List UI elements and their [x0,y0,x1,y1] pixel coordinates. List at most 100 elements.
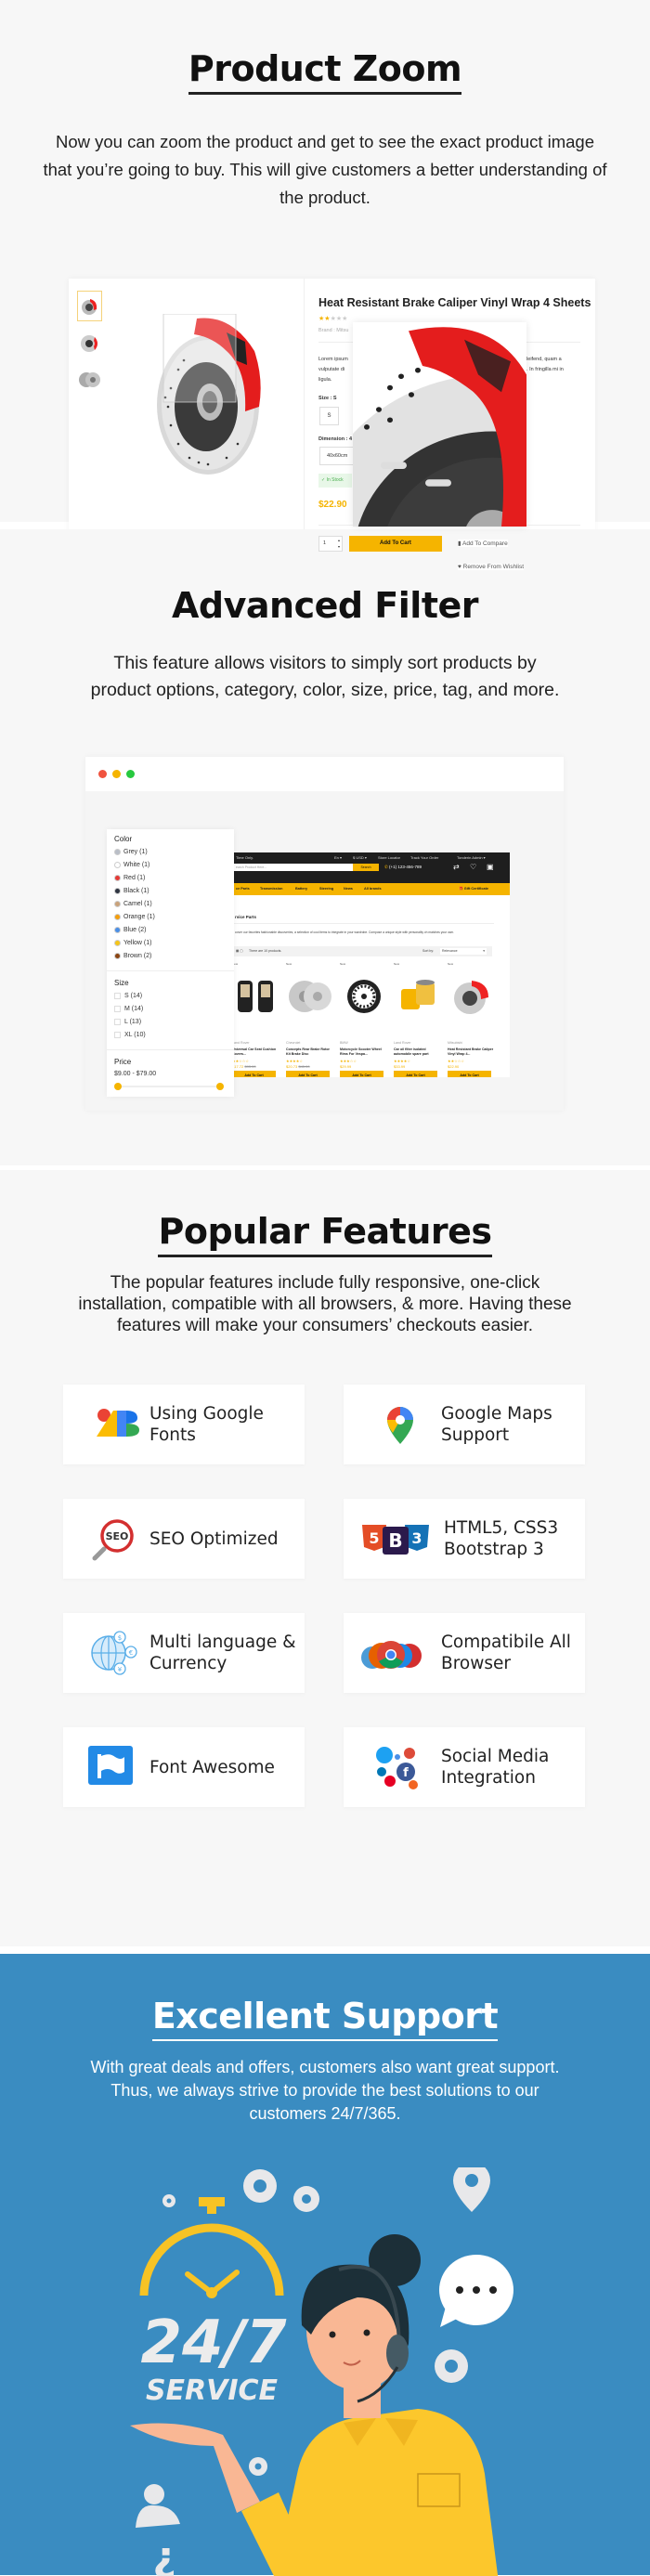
product-image[interactable] [286,966,332,1021]
slider-handle-max[interactable] [216,1083,224,1090]
color-swatch [114,939,121,946]
product-tile[interactable]: New Chevrolet Concepts Rear Brake Rotor Ki… [284,958,332,1077]
color-option[interactable]: Yellow (1) [114,937,227,950]
add-to-cart-button[interactable]: Add To Cart [340,1071,384,1077]
nav-item[interactable]: Transmission [260,883,282,895]
nav-item[interactable]: News [344,883,353,895]
add-to-cart-button[interactable]: Add To Cart [286,1071,330,1077]
product-tile[interactable]: NewLand RoverUniversal Car Seat Cushion … [234,958,279,1077]
product-name[interactable]: Concepts Rear Brake Rotor Kit Brake Disc [286,1047,332,1057]
dimension-select[interactable]: 40x60cm [319,447,357,465]
feature-label: Using Google Fonts [150,1404,264,1445]
remove-wishlist-link[interactable]: ♥ Remove From Wishlist [458,564,525,570]
feature-label: SEO Optimized [150,1529,279,1549]
checkbox[interactable] [114,1031,121,1038]
feature-label: Multi language & Currency [150,1633,296,1673]
checkbox[interactable] [114,992,121,999]
svg-text:¥: ¥ [118,1666,123,1673]
feature-card-google-fonts: Using Google Fonts [63,1385,305,1464]
compare-icon[interactable]: ⇄ [453,863,460,871]
question-mark-icon: ? [152,2538,176,2576]
product-name[interactable]: Car oil filter isolated automobile spare… [394,1047,440,1057]
size-option[interactable]: S (14) [114,990,227,1003]
color-option[interactable]: Camel (1) [114,898,227,911]
product-tile[interactable]: New Mitsubishi Heat Resistant Brake Calipe… [446,958,494,1077]
sort-select[interactable]: Relevance ▾ [440,948,487,955]
nav-item[interactable]: Steering [319,883,333,895]
thumbnail-2[interactable] [77,330,102,358]
maximize-dot-icon[interactable] [126,770,135,778]
account-menu[interactable]: Tonderin Admin ▾ [457,855,486,860]
cart-icon[interactable]: ▣ [487,863,494,871]
illustration-service: SERVICE [146,2374,279,2407]
nav-item[interactable]: ce Parts [236,883,250,895]
product-main-image[interactable] [143,314,273,486]
size-option[interactable]: S [319,407,339,425]
color-option[interactable]: Blue (2) [114,924,227,937]
product-brand: BMW [340,1041,348,1045]
product-image[interactable] [234,966,279,1021]
color-swatch [114,874,121,881]
thumbnail-1[interactable] [77,291,102,321]
product-title: Heat Resistant Brake Caliper Vinyl Wrap … [318,296,592,309]
product-name[interactable]: Motorcycle Scooter Wheel Rims For Vespa.… [340,1047,386,1057]
feature-card-seo: SEO SEO Optimized [63,1499,305,1579]
product-image[interactable] [394,966,440,1021]
minimize-dot-icon[interactable] [112,770,121,778]
color-option[interactable]: Red (1) [114,872,227,885]
product-tile[interactable]: New BMW Motorcycle Scooter Wheel Rims For … [338,958,386,1077]
nav-item[interactable]: Battery [295,883,307,895]
color-option[interactable]: Orange (1) [114,911,227,924]
color-option[interactable]: Grey (1) [114,846,227,859]
search-input[interactable]: earch Product Here... [234,864,353,871]
size-option[interactable]: M (14) [114,1003,227,1016]
toolbar: ▦ ▢ There are 10 products. Sort by: Rele… [234,946,492,956]
product-price: $29.99 [340,1064,352,1069]
checkbox[interactable] [114,1018,121,1025]
nav-item[interactable]: All brands [364,883,382,895]
currency-select[interactable]: $ USD ▾ [353,855,367,860]
size-filter-list: S (14) M (14) L (13) XL (10) [114,990,227,1042]
add-to-cart-button[interactable]: Add To Cart [394,1071,437,1077]
section-title: Product Zoom [0,48,650,95]
product-name[interactable]: Universal Car Seat Cushion Covers... [234,1047,279,1057]
svg-text:SEO: SEO [106,1530,129,1542]
color-option[interactable]: Black (1) [114,885,227,898]
grid-view-icon[interactable]: ▦ ▢ [236,946,243,956]
store-locator-link[interactable]: Store Locator [378,855,400,860]
size-option[interactable]: L (13) [114,1016,227,1029]
social-media-icon: f [376,1747,418,1789]
color-swatch [114,913,121,920]
product-price: $33.99 [394,1064,406,1069]
language-select[interactable]: En ▾ [334,855,342,860]
color-option[interactable]: White (1) [114,859,227,872]
color-option-label: Yellow (1) [124,940,152,946]
product-tile[interactable]: New Land Rover Car oil filter isolated aut… [392,958,440,1077]
product-name[interactable]: Heat Resistant Brake Caliper Vinyl Wrap … [448,1047,494,1057]
product-image[interactable] [448,966,494,1021]
gift-certificate-link[interactable]: 🎁 Gift Certificate [459,883,488,895]
quantity-stepper[interactable]: 1 ▴ ▾ [318,536,343,552]
search-button[interactable]: Search [353,864,379,871]
svg-text:5: 5 [369,1529,379,1547]
slider-handle-min[interactable] [114,1083,122,1090]
price-range-slider[interactable] [114,1081,227,1092]
feature-label: Google Maps Support [441,1404,552,1445]
close-dot-icon[interactable] [98,770,107,778]
checkbox[interactable] [114,1005,121,1012]
product-image[interactable] [340,966,386,1021]
dimension-label: Dimension : 4 [318,436,353,442]
add-to-cart-button[interactable]: Add To Cart [349,536,442,552]
track-order-link[interactable]: Track Your Order [410,855,438,860]
color-option[interactable]: Brown (2) [114,950,227,963]
thumbnail-3[interactable] [77,366,102,394]
product-grid: NewLand RoverUniversal Car Seat Cushion … [234,958,509,1077]
wishlist-icon[interactable]: ♡ [470,863,476,871]
add-to-cart-button[interactable]: Add To Cart [234,1071,276,1077]
size-option[interactable]: XL (10) [114,1029,227,1042]
color-option-label: Black (1) [124,888,150,894]
topbar-text: Time Only. [236,855,254,860]
add-to-cart-button[interactable]: Add To Cart [448,1071,491,1077]
add-to-compare-link[interactable]: ▮ Add To Compare [458,540,508,547]
svg-text:B: B [388,1529,402,1552]
